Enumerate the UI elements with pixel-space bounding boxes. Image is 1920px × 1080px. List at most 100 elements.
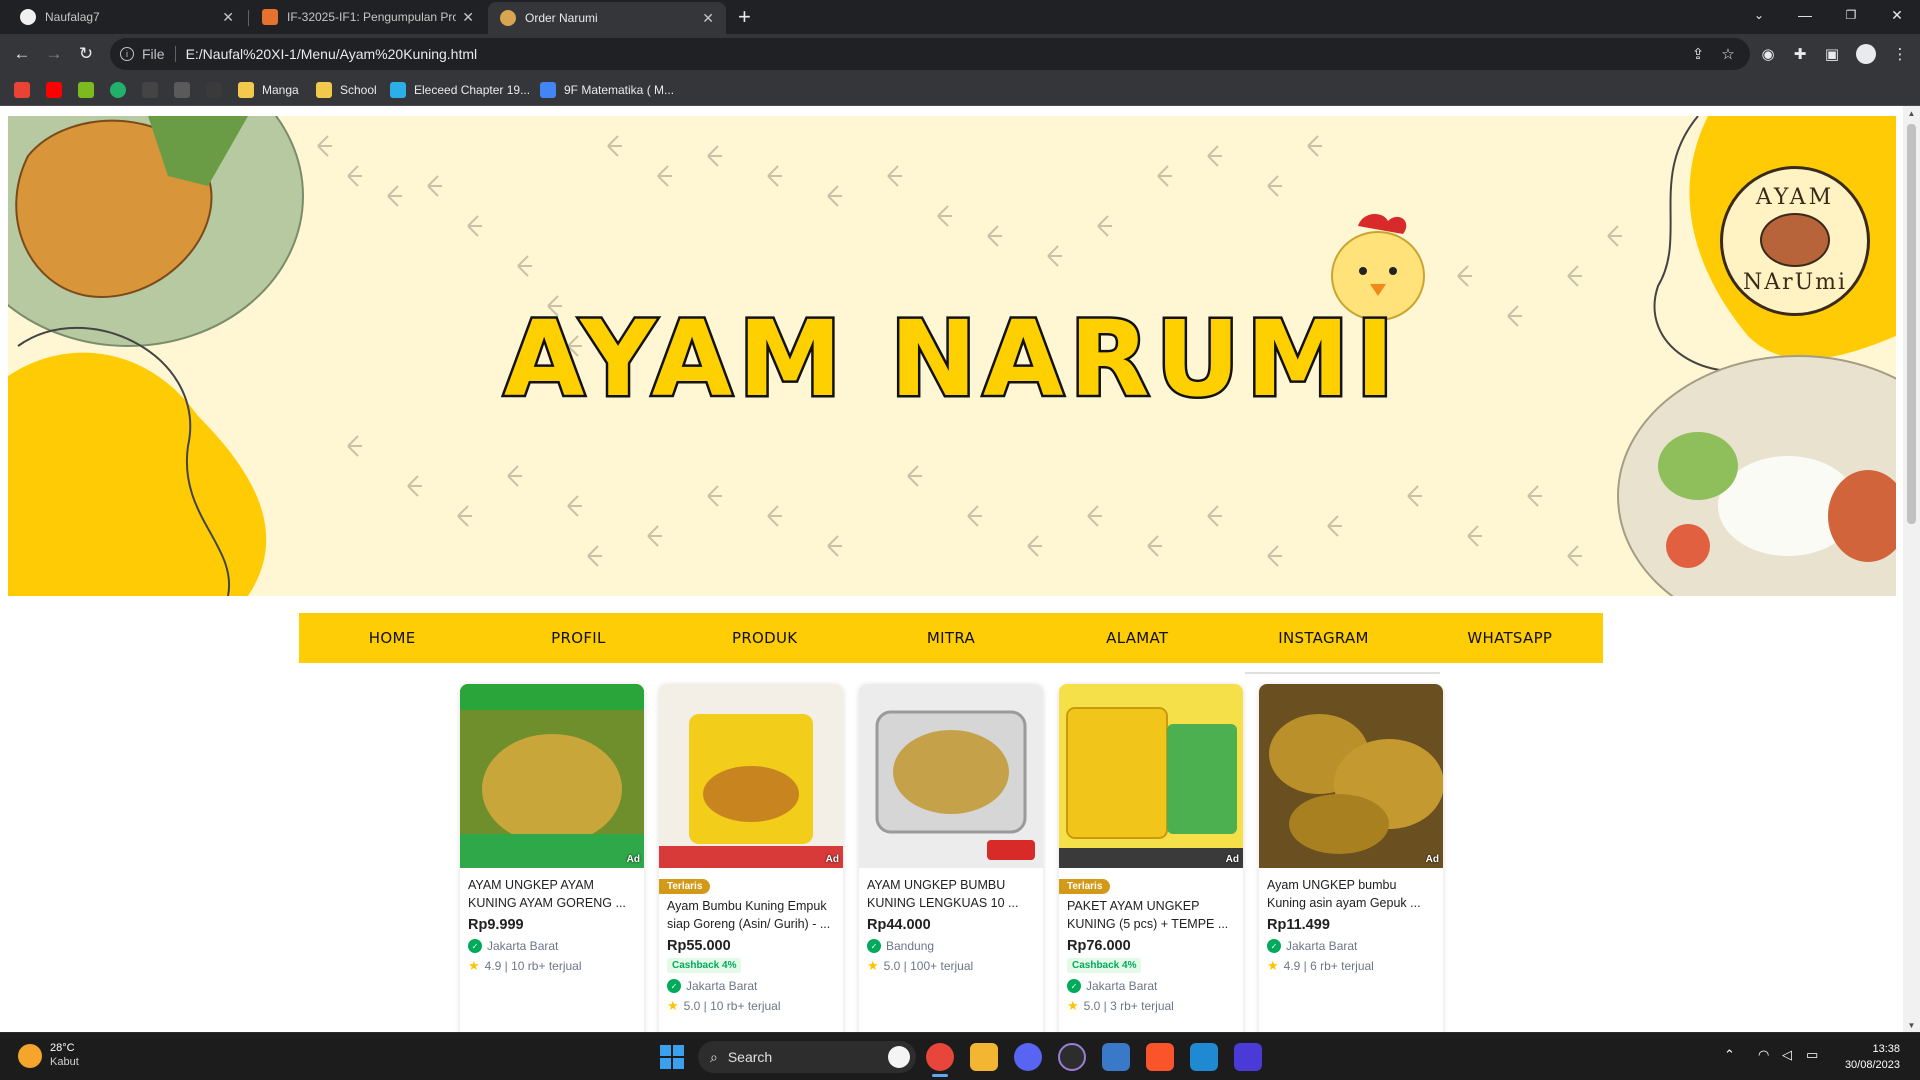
official-shop-icon: ✓ xyxy=(1067,979,1081,993)
product-image[interactable]: Ad xyxy=(460,684,644,868)
nav-produk[interactable]: PRODUK xyxy=(672,613,858,663)
product-name[interactable]: AYAM UNGKEP AYAM KUNING AYAM GORENG ... xyxy=(468,876,636,912)
taskbar-clock[interactable]: 13:38 30/08/2023 xyxy=(1830,1041,1900,1073)
brave-icon[interactable] xyxy=(1146,1043,1174,1071)
tab-pengumpulan[interactable]: IF-32025-IF1: Pengumpulan Prog ✕ xyxy=(250,0,486,34)
product-name[interactable]: Ayam Bumbu Kuning Empuk siap Goreng (Asi… xyxy=(667,897,835,933)
folder-icon xyxy=(316,82,332,98)
bookmark-star-icon[interactable]: ☆ xyxy=(1718,44,1738,64)
product-card-5[interactable]: Ad Ayam UNGKEP bumbu Kuning asin ayam Ge… xyxy=(1259,684,1443,1032)
scrollbar-thumb[interactable] xyxy=(1907,124,1916,524)
close-tab-icon[interactable]: ✕ xyxy=(222,9,234,26)
shop-location: ✓ Jakarta Barat xyxy=(667,979,835,993)
wifi-icon[interactable]: ◠ xyxy=(1758,1047,1769,1063)
profile-avatar-icon[interactable] xyxy=(1856,44,1876,64)
product-name[interactable]: PAKET AYAM UNGKEP KUNING (5 pcs) + TEMPE… xyxy=(1067,897,1235,933)
star-icon: ★ xyxy=(1067,998,1079,1013)
duolingo-icon[interactable] xyxy=(78,82,94,98)
star-icon: ★ xyxy=(1267,958,1279,973)
notification-app-icon[interactable] xyxy=(1234,1043,1262,1071)
bookmark-matematika[interactable]: 9F Matematika ( M... xyxy=(540,81,674,99)
weather-widget[interactable]: 28°C Kabut xyxy=(18,1042,79,1069)
restore-button[interactable]: ❐ xyxy=(1828,0,1874,30)
official-shop-icon: ✓ xyxy=(1267,939,1281,953)
close-tab-icon[interactable]: ✕ xyxy=(462,9,474,26)
url-scheme: File xyxy=(142,46,165,62)
scroll-down-icon[interactable]: ▼ xyxy=(1903,1018,1920,1032)
chrome-menu-icon[interactable]: ⋮ xyxy=(1890,44,1910,64)
extension-avatar-icon[interactable]: ◉ xyxy=(1758,44,1778,64)
address-bar[interactable]: i File E:/Naufal%20XI-1/Menu/Ayam%20Kuni… xyxy=(110,38,1750,70)
chick-comb xyxy=(1358,214,1407,234)
vscode-icon[interactable] xyxy=(1190,1043,1218,1071)
product-name[interactable]: Ayam UNGKEP bumbu Kuning asin ayam Gepuk… xyxy=(1267,876,1435,912)
classroom-icon xyxy=(540,82,556,98)
reload-button[interactable]: ↻ xyxy=(74,42,98,66)
product-card-2[interactable]: Ad Terlaris Ayam Bumbu Kuning Empuk siap… xyxy=(659,684,843,1032)
product-rating: ★ 4.9 | 10 rb+ terjual xyxy=(468,958,636,974)
tab-order-narumi[interactable]: Order Narumi ✕ xyxy=(488,2,726,34)
nav-home[interactable]: HOME xyxy=(299,613,485,663)
share-icon[interactable]: ⇪ xyxy=(1688,44,1708,64)
bookmark-eleceed[interactable]: Eleceed Chapter 19... xyxy=(390,81,530,99)
product-image[interactable]: Ad xyxy=(1259,684,1443,868)
gmail-icon[interactable] xyxy=(14,82,30,98)
show-hidden-icons-icon[interactable]: ⌃ xyxy=(1724,1047,1735,1063)
ad-label: Ad xyxy=(825,854,839,865)
product-price: Rp11.499 xyxy=(1267,917,1330,933)
bookmark-site-icon[interactable] xyxy=(142,82,158,98)
product-image[interactable] xyxy=(859,684,1043,868)
bing-icon[interactable] xyxy=(888,1046,910,1068)
star-icon: ★ xyxy=(468,958,480,973)
bookmark-school[interactable]: School xyxy=(316,81,377,99)
webtoon-icon xyxy=(390,82,406,98)
close-tab-icon[interactable]: ✕ xyxy=(702,10,714,27)
nav-alamat[interactable]: ALAMAT xyxy=(1044,613,1230,663)
chrome-app-icon[interactable] xyxy=(926,1043,954,1077)
product-price: Rp9.999 xyxy=(468,917,524,933)
volume-muted-icon[interactable]: ◁ xyxy=(1782,1047,1792,1063)
minimize-button[interactable]: — xyxy=(1782,0,1828,30)
start-windows-icon[interactable] xyxy=(660,1045,684,1069)
taskbar-search[interactable]: ⌕ Search xyxy=(698,1041,916,1073)
product-image[interactable]: Ad xyxy=(1059,684,1243,868)
folder-icon xyxy=(238,82,254,98)
bookmark-manga[interactable]: Manga xyxy=(238,81,299,99)
url-text[interactable]: E:/Naufal%20XI-1/Menu/Ayam%20Kuning.html xyxy=(186,46,478,62)
rating-text: 5.0 | 100+ terjual xyxy=(883,959,974,973)
scroll-up-icon[interactable]: ▲ xyxy=(1903,106,1920,120)
page-scrollbar[interactable]: ▲ ▼ xyxy=(1903,106,1920,1032)
obs-icon[interactable] xyxy=(1058,1043,1086,1071)
side-panel-icon[interactable]: ▣ xyxy=(1822,44,1842,64)
tab-search-icon[interactable]: ⌄ xyxy=(1736,0,1782,30)
product-photo-3 xyxy=(859,684,1043,868)
figure-site-icon[interactable] xyxy=(206,82,222,98)
product-card-3[interactable]: AYAM UNGKEP BUMBU KUNING LENGKUAS 10 ...… xyxy=(859,684,1043,1032)
product-card-4[interactable]: Ad Terlaris PAKET AYAM UNGKEP KUNING (5 … xyxy=(1059,684,1243,1032)
new-tab-button[interactable]: + xyxy=(738,5,751,29)
store-icon[interactable] xyxy=(1102,1043,1130,1071)
rating-text: 5.0 | 3 rb+ terjual xyxy=(1083,999,1174,1013)
close-window-button[interactable]: ✕ xyxy=(1874,0,1920,30)
nav-instagram[interactable]: INSTAGRAM xyxy=(1230,613,1416,663)
tab-naufalag7[interactable]: Naufalag7 ✕ xyxy=(8,0,246,34)
nav-mitra[interactable]: MITRA xyxy=(858,613,1044,663)
product-card-1[interactable]: Ad AYAM UNGKEP AYAM KUNING AYAM GORENG .… xyxy=(460,684,644,1032)
discord-icon[interactable] xyxy=(1014,1043,1042,1071)
nav-whatsapp[interactable]: WHATSAPP xyxy=(1417,613,1603,663)
youtube-icon[interactable] xyxy=(46,82,62,98)
file-explorer-icon[interactable] xyxy=(970,1043,998,1071)
course-site-icon xyxy=(262,9,278,25)
forward-button[interactable]: → xyxy=(42,42,66,66)
anime-site-icon[interactable] xyxy=(174,82,190,98)
extensions-puzzle-icon[interactable]: ✚ xyxy=(1790,44,1810,64)
whatsapp-icon[interactable] xyxy=(110,82,126,98)
location-text: Jakarta Barat xyxy=(1286,939,1358,953)
product-name[interactable]: AYAM UNGKEP BUMBU KUNING LENGKUAS 10 ... xyxy=(867,876,1035,912)
product-image[interactable]: Ad xyxy=(659,684,843,868)
bestseller-badge: Terlaris xyxy=(659,879,711,894)
nav-profil[interactable]: PROFIL xyxy=(485,613,671,663)
battery-icon[interactable]: ▭ xyxy=(1806,1047,1818,1063)
back-button[interactable]: ← xyxy=(10,42,34,66)
site-info-icon[interactable]: i xyxy=(120,47,134,61)
